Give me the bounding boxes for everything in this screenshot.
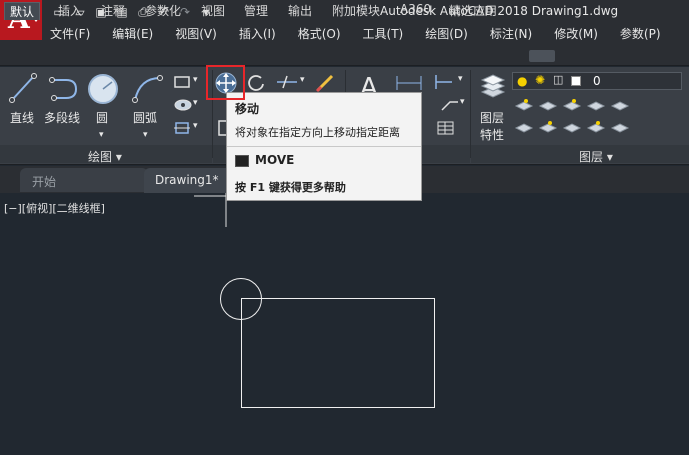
- tooltip-divider: [227, 146, 421, 147]
- menu-format[interactable]: 格式(O): [298, 25, 341, 43]
- tab-manage[interactable]: 管理: [244, 2, 268, 20]
- chevron-down-icon[interactable]: ▾: [193, 75, 198, 85]
- tooltip-description: 将对象在指定方向上移动指定距离: [235, 126, 400, 139]
- region-tool-icon[interactable]: [172, 120, 194, 136]
- menu-file[interactable]: 文件(F): [50, 25, 90, 43]
- tab-default[interactable]: 默认: [4, 2, 41, 20]
- menu-insert[interactable]: 插入(I): [239, 25, 276, 43]
- menu-draw[interactable]: 绘图(D): [425, 25, 468, 43]
- draw-panel-title[interactable]: 绘图 ▾: [88, 148, 122, 165]
- leader-tool-icon[interactable]: [432, 72, 458, 92]
- tab-addins[interactable]: 附加模块: [332, 2, 380, 20]
- sun-icon: ✺: [535, 73, 546, 87]
- linear-dimension-icon[interactable]: [394, 74, 424, 92]
- arc-tool-icon[interactable]: [130, 72, 164, 106]
- arc-tool-label[interactable]: 圆弧: [133, 109, 157, 126]
- chevron-down-icon[interactable]: ▾: [458, 74, 463, 84]
- tab-parametric[interactable]: 参数化: [145, 2, 181, 20]
- tooltip-help: 按 F1 键获得更多帮助: [235, 181, 346, 194]
- layers-panel-title[interactable]: 图层 ▾: [579, 148, 613, 165]
- layer-properties-label-2[interactable]: 特性: [480, 126, 504, 143]
- tab-output[interactable]: 输出: [288, 2, 312, 20]
- menu-bar: 文件(F) 编辑(E) 视图(V) 插入(I) 格式(O) 工具(T) 绘图(D…: [50, 25, 683, 43]
- tab-start-label: 开始: [32, 175, 57, 189]
- lock-icon: ◫: [553, 73, 564, 86]
- chevron-down-icon[interactable]: ▾: [193, 98, 198, 108]
- tab-a360[interactable]: A360: [400, 2, 431, 20]
- tooltip-title: 移动: [235, 102, 260, 116]
- lightbulb-icon: ●: [517, 74, 528, 88]
- circle-tool-label[interactable]: 圆: [96, 109, 108, 126]
- ribbon-tab-bar: [0, 46, 689, 66]
- erase-tool-icon[interactable]: [314, 72, 336, 94]
- layer-properties-icon[interactable]: [478, 70, 508, 106]
- layer-tools-grid[interactable]: [514, 96, 634, 140]
- chevron-down-icon[interactable]: ▾: [460, 97, 465, 107]
- tab-drawing1-label: Drawing1*: [155, 173, 219, 187]
- current-layer-name: 0: [593, 74, 601, 88]
- chevron-down-icon[interactable]: ▾: [143, 130, 148, 140]
- layer-properties-label-1[interactable]: 图层: [480, 109, 504, 126]
- tab-annotate[interactable]: 注释: [101, 2, 125, 20]
- chevron-down-icon[interactable]: ▾: [300, 75, 305, 85]
- move-tooltip: 移动 将对象在指定方向上移动指定距离 MOVE 按 F1 键获得更多帮助: [226, 92, 422, 201]
- menu-edit[interactable]: 编辑(E): [112, 25, 153, 43]
- tab-featured-apps[interactable]: 精选应用: [449, 2, 497, 20]
- tab-view[interactable]: 视图: [201, 2, 225, 20]
- menu-modify[interactable]: 修改(M): [554, 25, 598, 43]
- drawing-geometry[interactable]: [0, 193, 689, 455]
- menu-parametric[interactable]: 参数(P): [620, 25, 661, 43]
- layer-color-swatch: [571, 76, 581, 86]
- tab-start[interactable]: 开始: [20, 168, 148, 192]
- line-tool-icon[interactable]: [8, 72, 38, 106]
- menu-tools[interactable]: 工具(T): [363, 25, 404, 43]
- ribbon-options-button[interactable]: [529, 50, 555, 62]
- tab-insert[interactable]: 插入: [58, 2, 82, 20]
- chevron-down-icon[interactable]: ▾: [99, 130, 104, 140]
- chevron-down-icon[interactable]: ▾: [193, 121, 198, 131]
- rectangle-tool-icon[interactable]: [172, 74, 194, 90]
- move-button-highlight: [206, 65, 245, 100]
- tooltip-command: MOVE: [255, 153, 295, 167]
- polyline-tool-icon[interactable]: [46, 72, 80, 106]
- rectangle-entity[interactable]: [241, 298, 435, 408]
- hatch-tool-icon[interactable]: [172, 97, 194, 113]
- menu-view[interactable]: 视图(V): [175, 25, 217, 43]
- menu-dimension[interactable]: 标注(N): [490, 25, 532, 43]
- polyline-tool-label[interactable]: 多段线: [44, 109, 80, 126]
- table-tool-icon[interactable]: [436, 120, 456, 136]
- rotate-tool-icon[interactable]: [246, 72, 266, 94]
- layer-dropdown[interactable]: ● ✺ ◫ 0: [512, 72, 682, 90]
- command-line-icon: [235, 155, 249, 167]
- circle-tool-icon[interactable]: [86, 72, 120, 106]
- line-tool-label[interactable]: 直线: [10, 109, 34, 126]
